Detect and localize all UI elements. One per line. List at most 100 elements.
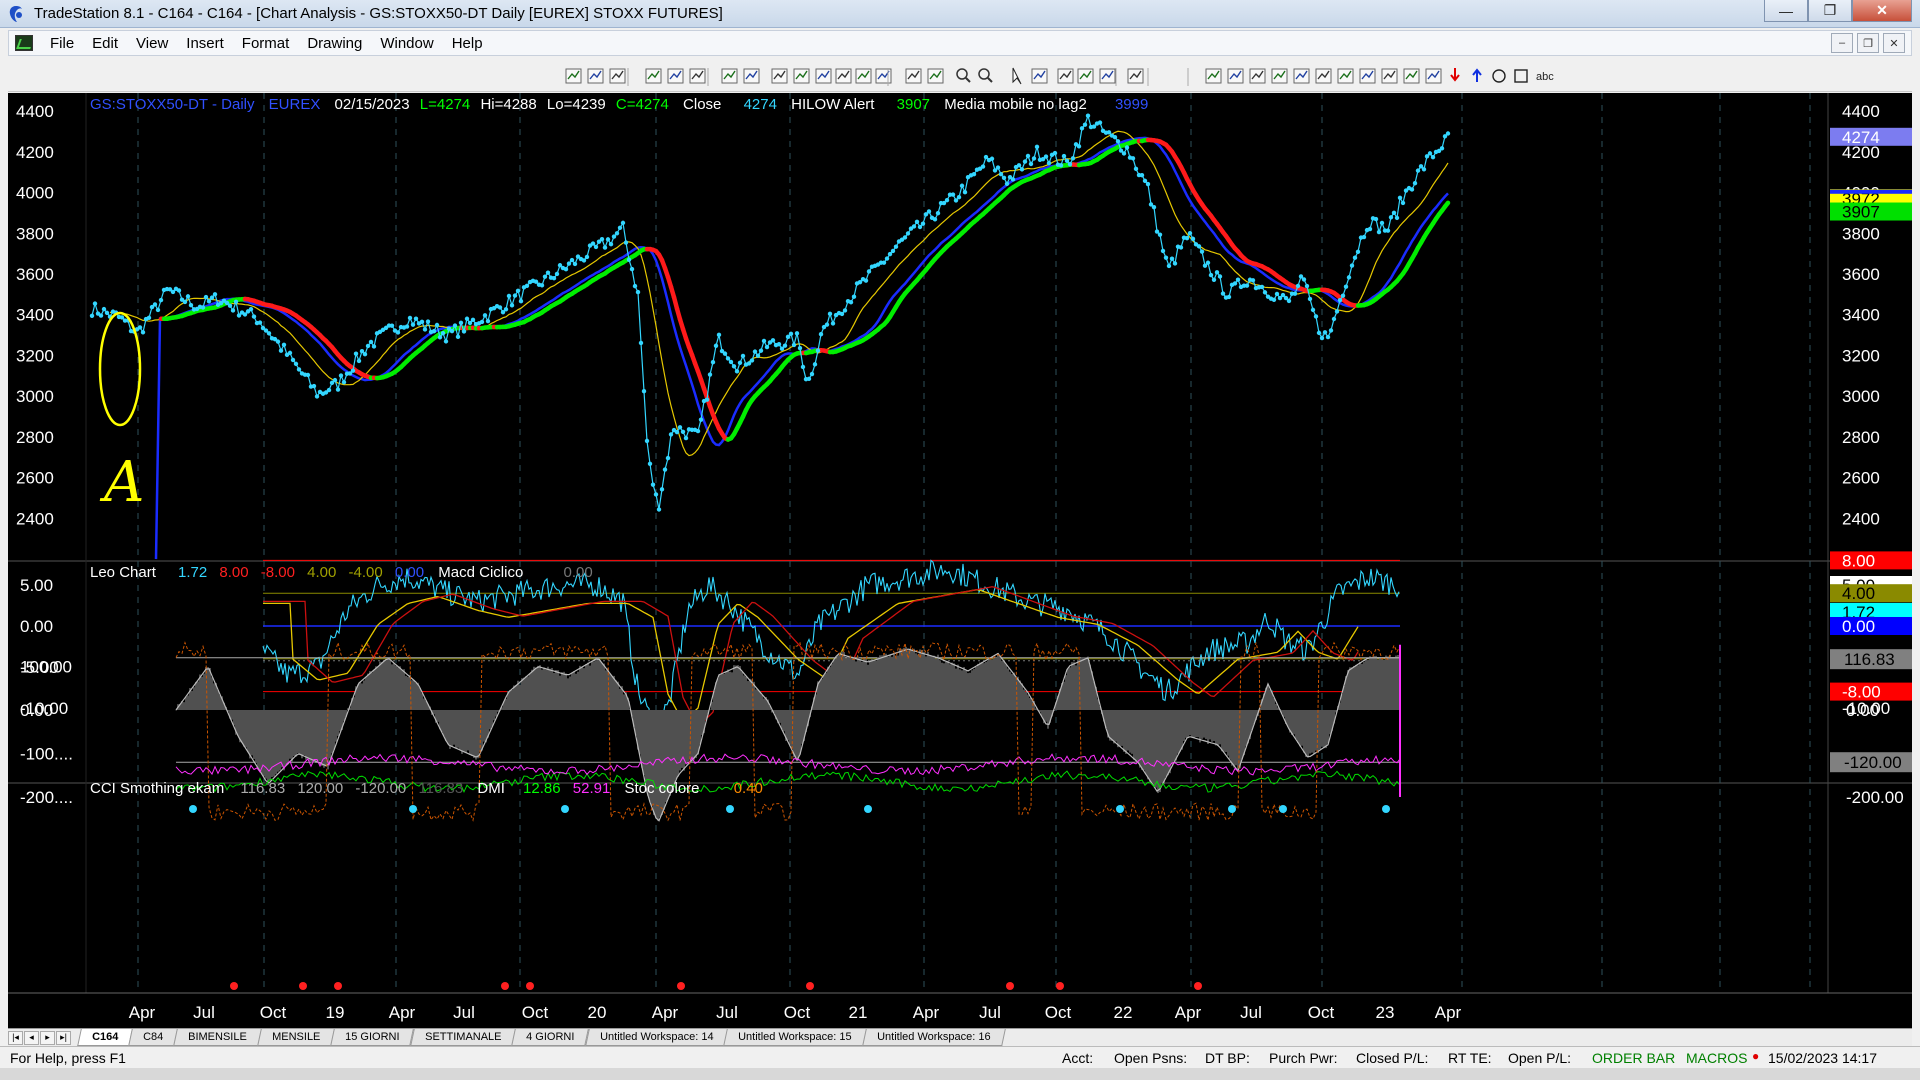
bar-chart-icon[interactable]	[771, 68, 788, 84]
fan-icon[interactable]	[1293, 68, 1310, 84]
cci-name: CCI Smothing ekam	[90, 780, 224, 797]
leo-badge-label: 8.00	[1842, 551, 1875, 570]
lines-icon[interactable]	[1205, 68, 1222, 84]
tab-first-icon[interactable]: |◂	[8, 1030, 23, 1045]
macd-label: Macd Ciclico	[438, 564, 523, 581]
workspace-tab-label: 15 GIORNI	[345, 1031, 400, 1043]
line-icon[interactable]	[1127, 68, 1144, 84]
tile-icon[interactable]	[743, 68, 760, 84]
workspace-tab[interactable]: Untitled Workspace: 14	[584, 1029, 728, 1046]
workspace-tab-bar: |◂ ◂ ▸ ▸| C164 C84 BIMENSILE MENSILE 15 GIOR…	[8, 1028, 1912, 1046]
select-icon[interactable]	[1031, 68, 1048, 84]
workspace-tab[interactable]: Untitled Workspace: 16	[861, 1029, 1005, 1046]
workspace-tab[interactable]: BIMENSILE	[173, 1029, 262, 1046]
cci-axis-label: 0.00	[20, 701, 53, 720]
tab-last-icon[interactable]: ▸|	[56, 1030, 71, 1045]
workspace-tab[interactable]: 4 GIORNI	[511, 1029, 590, 1046]
menu-window[interactable]: Window	[371, 35, 442, 52]
cross-icon[interactable]	[927, 68, 944, 84]
stack-icon[interactable]	[1249, 68, 1266, 84]
minimize-button[interactable]: —	[1764, 0, 1808, 22]
pair-icon[interactable]	[875, 68, 892, 84]
title-bar[interactable]: TradeStation 8.1 - C164 - C164 - [Chart …	[0, 0, 1920, 28]
workspace-tab[interactable]: 15 GIORNI	[330, 1029, 415, 1046]
stoc-value: 0.40	[734, 780, 763, 797]
fib-icon[interactable]	[1315, 68, 1332, 84]
cci-bottom-marker	[299, 982, 307, 990]
cci-bottom-marker	[334, 982, 342, 990]
mdi-close-button[interactable]: ✕	[1883, 33, 1905, 53]
workspace-tab[interactable]: C164	[77, 1029, 134, 1046]
script-icon[interactable]	[1077, 68, 1094, 84]
close-button[interactable]: ✕	[1852, 0, 1912, 22]
dmi-plus: 12.86	[523, 780, 561, 797]
workspace-tab-label: Untitled Workspace: 15	[738, 1031, 852, 1043]
menu-insert[interactable]: Insert	[177, 35, 233, 52]
bars2-icon[interactable]	[1271, 68, 1288, 84]
leo-v3: -8.00	[261, 564, 295, 581]
data-icon[interactable]	[815, 68, 832, 84]
purch-pwr-label: Purch Pwr:	[1269, 1050, 1338, 1066]
table-icon[interactable]	[609, 68, 626, 84]
workspace-tab[interactable]: Untitled Workspace: 15	[723, 1029, 867, 1046]
workspace-tab[interactable]: C84	[128, 1029, 179, 1046]
leo-axis-label: 0.00	[20, 617, 53, 636]
tab-prev-icon[interactable]: ◂	[24, 1030, 39, 1045]
bars-icon[interactable]	[855, 68, 872, 84]
time-axis-label: Apr	[913, 1003, 940, 1022]
leo-v1: 1.72	[178, 564, 207, 581]
link-icon[interactable]	[645, 68, 662, 84]
menu-edit[interactable]: Edit	[83, 35, 127, 52]
workspace-tab[interactable]: SETTIMANALE	[410, 1029, 517, 1046]
cci-bottom-marker	[806, 982, 814, 990]
mdi-restore-button[interactable]: ❐	[1857, 33, 1879, 53]
candle-icon[interactable]	[793, 68, 810, 84]
macros-button[interactable]: MACROS	[1686, 1050, 1747, 1066]
tradestation-window: TradeStation 8.1 - C164 - C164 - [Chart …	[0, 0, 1920, 1080]
down-arrow-icon[interactable]	[1450, 68, 1460, 82]
chart-analysis-window[interactable]: Apr Jul Oct 19 Apr Jul Oct 20 Apr Jul Oct 21 Apr Jul O…	[8, 93, 1912, 1028]
chart-icon[interactable]	[565, 68, 582, 84]
restore-button[interactable]: ❐	[1808, 0, 1852, 22]
curve-icon[interactable]	[1425, 68, 1442, 84]
mdi-minimize-button[interactable]: –	[1831, 33, 1853, 53]
grid-icon[interactable]	[587, 68, 604, 84]
up-arrow-icon[interactable]	[1472, 68, 1482, 82]
price-symbol: GS:STOXX50-DT - Daily	[90, 96, 255, 113]
text-icon[interactable]: abc	[1536, 71, 1554, 83]
arc-icon[interactable]	[1381, 68, 1398, 84]
workspace-tab-label: Untitled Workspace: 14	[599, 1031, 714, 1043]
chart2-icon[interactable]	[689, 68, 706, 84]
cci-bottom-marker	[501, 982, 509, 990]
layout-icon[interactable]	[721, 68, 738, 84]
pen-icon[interactable]	[1403, 68, 1420, 84]
histogram-icon[interactable]	[835, 68, 852, 84]
ellipse-icon[interactable]	[1492, 69, 1506, 83]
zoom-out-icon[interactable]	[978, 68, 993, 83]
menu-view[interactable]: View	[127, 35, 177, 52]
time-axis-label: 23	[1376, 1003, 1395, 1022]
svg-text:abc: abc	[1536, 71, 1554, 83]
menu-file[interactable]: File	[41, 35, 83, 52]
order-bar-button[interactable]: ORDER BAR	[1592, 1050, 1675, 1066]
acct-label: Acct:	[1062, 1050, 1094, 1066]
tool-icon[interactable]	[1057, 68, 1074, 84]
menu-help[interactable]: Help	[443, 35, 492, 52]
rectangle-icon[interactable]	[1514, 69, 1528, 83]
window-icon[interactable]	[667, 68, 684, 84]
align-icon[interactable]	[1099, 68, 1116, 84]
chart-document-icon[interactable]	[15, 35, 33, 51]
channel-icon[interactable]	[1359, 68, 1376, 84]
arrow-icon[interactable]	[1337, 68, 1354, 84]
menu-drawing[interactable]: Drawing	[298, 35, 371, 52]
stoc-label: Stoc colore	[624, 780, 699, 797]
tab-next-icon[interactable]: ▸	[40, 1030, 55, 1045]
chart-canvas[interactable]: Apr Jul Oct 19 Apr Jul Oct 20 Apr Jul Oct 21 Apr Jul O…	[8, 93, 1912, 1028]
zoom-in-icon[interactable]	[956, 68, 971, 83]
workspace-tab[interactable]: MENSILE	[257, 1029, 336, 1046]
list-icon[interactable]	[1227, 68, 1244, 84]
crosshair-icon[interactable]	[905, 68, 922, 84]
pointer-icon[interactable]	[1012, 67, 1022, 85]
menu-format[interactable]: Format	[233, 35, 299, 52]
cci-bottom-marker	[526, 982, 534, 990]
